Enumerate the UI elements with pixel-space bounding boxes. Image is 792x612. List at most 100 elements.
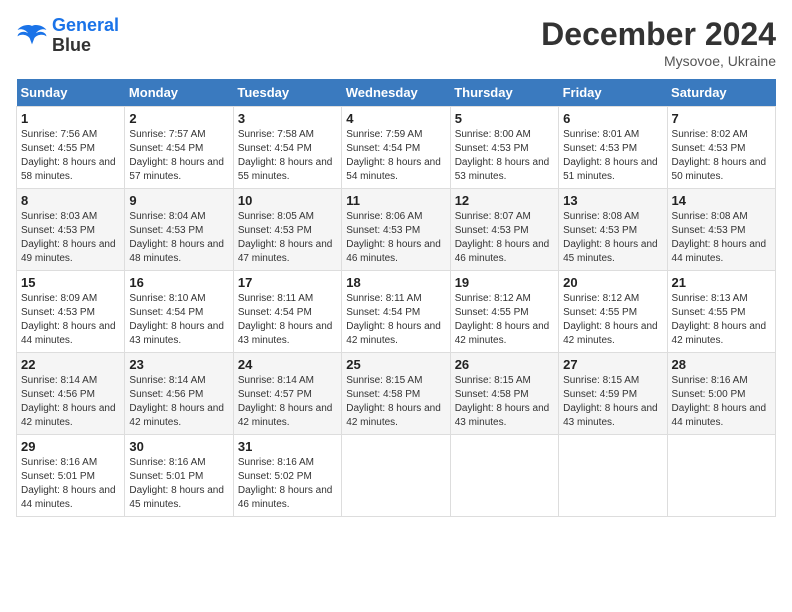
day-info: Sunrise: 8:16 AM Sunset: 5:01 PM Dayligh… [129, 456, 228, 512]
day-number: 27 [563, 357, 662, 372]
calendar-day-cell: 1 Sunrise: 7:56 AM Sunset: 4:55 PM Dayli… [17, 107, 125, 189]
day-info: Sunrise: 8:03 AM Sunset: 4:53 PM Dayligh… [21, 210, 120, 266]
calendar-day-cell: 24 Sunrise: 8:14 AM Sunset: 4:57 PM Dayl… [233, 353, 341, 435]
empty-cell [559, 435, 667, 517]
day-number: 21 [672, 275, 771, 290]
page-header: GeneralBlue December 2024 Mysovoe, Ukrai… [16, 16, 776, 69]
calendar-day-cell: 21 Sunrise: 8:13 AM Sunset: 4:55 PM Dayl… [667, 271, 775, 353]
calendar-day-cell: 7 Sunrise: 8:02 AM Sunset: 4:53 PM Dayli… [667, 107, 775, 189]
col-header-tuesday: Tuesday [233, 79, 341, 107]
calendar-day-cell: 8 Sunrise: 8:03 AM Sunset: 4:53 PM Dayli… [17, 189, 125, 271]
day-number: 3 [238, 111, 337, 126]
day-info: Sunrise: 8:14 AM Sunset: 4:56 PM Dayligh… [129, 374, 228, 430]
calendar-day-cell: 25 Sunrise: 8:15 AM Sunset: 4:58 PM Dayl… [342, 353, 450, 435]
day-info: Sunrise: 8:15 AM Sunset: 4:58 PM Dayligh… [455, 374, 554, 430]
calendar-day-cell: 5 Sunrise: 8:00 AM Sunset: 4:53 PM Dayli… [450, 107, 558, 189]
empty-cell [450, 435, 558, 517]
calendar-day-cell: 31 Sunrise: 8:16 AM Sunset: 5:02 PM Dayl… [233, 435, 341, 517]
calendar-day-cell: 30 Sunrise: 8:16 AM Sunset: 5:01 PM Dayl… [125, 435, 233, 517]
day-info: Sunrise: 8:08 AM Sunset: 4:53 PM Dayligh… [672, 210, 771, 266]
calendar-day-cell: 20 Sunrise: 8:12 AM Sunset: 4:55 PM Dayl… [559, 271, 667, 353]
day-info: Sunrise: 8:14 AM Sunset: 4:57 PM Dayligh… [238, 374, 337, 430]
calendar-day-cell: 13 Sunrise: 8:08 AM Sunset: 4:53 PM Dayl… [559, 189, 667, 271]
day-number: 14 [672, 193, 771, 208]
day-number: 2 [129, 111, 228, 126]
calendar-day-cell: 28 Sunrise: 8:16 AM Sunset: 5:00 PM Dayl… [667, 353, 775, 435]
calendar-day-cell: 11 Sunrise: 8:06 AM Sunset: 4:53 PM Dayl… [342, 189, 450, 271]
calendar-day-cell: 2 Sunrise: 7:57 AM Sunset: 4:54 PM Dayli… [125, 107, 233, 189]
col-header-sunday: Sunday [17, 79, 125, 107]
day-info: Sunrise: 7:56 AM Sunset: 4:55 PM Dayligh… [21, 128, 120, 184]
logo: GeneralBlue [16, 16, 119, 56]
day-info: Sunrise: 8:15 AM Sunset: 4:58 PM Dayligh… [346, 374, 445, 430]
calendar-week-row: 15 Sunrise: 8:09 AM Sunset: 4:53 PM Dayl… [17, 271, 776, 353]
day-info: Sunrise: 8:07 AM Sunset: 4:53 PM Dayligh… [455, 210, 554, 266]
day-number: 26 [455, 357, 554, 372]
calendar-day-cell: 12 Sunrise: 8:07 AM Sunset: 4:53 PM Dayl… [450, 189, 558, 271]
day-number: 12 [455, 193, 554, 208]
day-info: Sunrise: 7:59 AM Sunset: 4:54 PM Dayligh… [346, 128, 445, 184]
day-number: 16 [129, 275, 228, 290]
day-info: Sunrise: 8:16 AM Sunset: 5:01 PM Dayligh… [21, 456, 120, 512]
day-number: 17 [238, 275, 337, 290]
calendar-day-cell: 4 Sunrise: 7:59 AM Sunset: 4:54 PM Dayli… [342, 107, 450, 189]
calendar-day-cell: 3 Sunrise: 7:58 AM Sunset: 4:54 PM Dayli… [233, 107, 341, 189]
calendar-day-cell: 27 Sunrise: 8:15 AM Sunset: 4:59 PM Dayl… [559, 353, 667, 435]
day-number: 6 [563, 111, 662, 126]
day-number: 5 [455, 111, 554, 126]
calendar-week-row: 22 Sunrise: 8:14 AM Sunset: 4:56 PM Dayl… [17, 353, 776, 435]
calendar-day-cell: 18 Sunrise: 8:11 AM Sunset: 4:54 PM Dayl… [342, 271, 450, 353]
day-info: Sunrise: 8:00 AM Sunset: 4:53 PM Dayligh… [455, 128, 554, 184]
day-number: 15 [21, 275, 120, 290]
calendar-day-cell: 29 Sunrise: 8:16 AM Sunset: 5:01 PM Dayl… [17, 435, 125, 517]
day-number: 13 [563, 193, 662, 208]
title-section: December 2024 Mysovoe, Ukraine [541, 16, 776, 69]
calendar-day-cell: 17 Sunrise: 8:11 AM Sunset: 4:54 PM Dayl… [233, 271, 341, 353]
calendar-day-cell: 23 Sunrise: 8:14 AM Sunset: 4:56 PM Dayl… [125, 353, 233, 435]
day-info: Sunrise: 8:13 AM Sunset: 4:55 PM Dayligh… [672, 292, 771, 348]
day-number: 1 [21, 111, 120, 126]
day-info: Sunrise: 8:11 AM Sunset: 4:54 PM Dayligh… [238, 292, 337, 348]
day-info: Sunrise: 8:06 AM Sunset: 4:53 PM Dayligh… [346, 210, 445, 266]
calendar-week-row: 29 Sunrise: 8:16 AM Sunset: 5:01 PM Dayl… [17, 435, 776, 517]
day-info: Sunrise: 8:16 AM Sunset: 5:02 PM Dayligh… [238, 456, 337, 512]
day-number: 8 [21, 193, 120, 208]
day-info: Sunrise: 8:16 AM Sunset: 5:00 PM Dayligh… [672, 374, 771, 430]
day-info: Sunrise: 8:12 AM Sunset: 4:55 PM Dayligh… [455, 292, 554, 348]
day-info: Sunrise: 7:57 AM Sunset: 4:54 PM Dayligh… [129, 128, 228, 184]
empty-cell [667, 435, 775, 517]
day-info: Sunrise: 8:11 AM Sunset: 4:54 PM Dayligh… [346, 292, 445, 348]
day-number: 25 [346, 357, 445, 372]
calendar-week-row: 1 Sunrise: 7:56 AM Sunset: 4:55 PM Dayli… [17, 107, 776, 189]
col-header-thursday: Thursday [450, 79, 558, 107]
col-header-friday: Friday [559, 79, 667, 107]
calendar-day-cell: 16 Sunrise: 8:10 AM Sunset: 4:54 PM Dayl… [125, 271, 233, 353]
day-number: 23 [129, 357, 228, 372]
month-title: December 2024 [541, 16, 776, 53]
day-number: 24 [238, 357, 337, 372]
day-info: Sunrise: 8:14 AM Sunset: 4:56 PM Dayligh… [21, 374, 120, 430]
day-number: 10 [238, 193, 337, 208]
logo-text: GeneralBlue [52, 16, 119, 56]
calendar-day-cell: 15 Sunrise: 8:09 AM Sunset: 4:53 PM Dayl… [17, 271, 125, 353]
empty-cell [342, 435, 450, 517]
calendar-day-cell: 22 Sunrise: 8:14 AM Sunset: 4:56 PM Dayl… [17, 353, 125, 435]
day-info: Sunrise: 8:15 AM Sunset: 4:59 PM Dayligh… [563, 374, 662, 430]
day-info: Sunrise: 8:08 AM Sunset: 4:53 PM Dayligh… [563, 210, 662, 266]
day-info: Sunrise: 8:05 AM Sunset: 4:53 PM Dayligh… [238, 210, 337, 266]
day-number: 31 [238, 439, 337, 454]
calendar-day-cell: 26 Sunrise: 8:15 AM Sunset: 4:58 PM Dayl… [450, 353, 558, 435]
col-header-monday: Monday [125, 79, 233, 107]
day-number: 30 [129, 439, 228, 454]
calendar-day-cell: 14 Sunrise: 8:08 AM Sunset: 4:53 PM Dayl… [667, 189, 775, 271]
col-header-saturday: Saturday [667, 79, 775, 107]
day-info: Sunrise: 8:04 AM Sunset: 4:53 PM Dayligh… [129, 210, 228, 266]
day-info: Sunrise: 8:01 AM Sunset: 4:53 PM Dayligh… [563, 128, 662, 184]
day-number: 29 [21, 439, 120, 454]
calendar-day-cell: 9 Sunrise: 8:04 AM Sunset: 4:53 PM Dayli… [125, 189, 233, 271]
day-info: Sunrise: 8:12 AM Sunset: 4:55 PM Dayligh… [563, 292, 662, 348]
day-info: Sunrise: 8:09 AM Sunset: 4:53 PM Dayligh… [21, 292, 120, 348]
day-number: 11 [346, 193, 445, 208]
day-info: Sunrise: 8:02 AM Sunset: 4:53 PM Dayligh… [672, 128, 771, 184]
day-number: 7 [672, 111, 771, 126]
